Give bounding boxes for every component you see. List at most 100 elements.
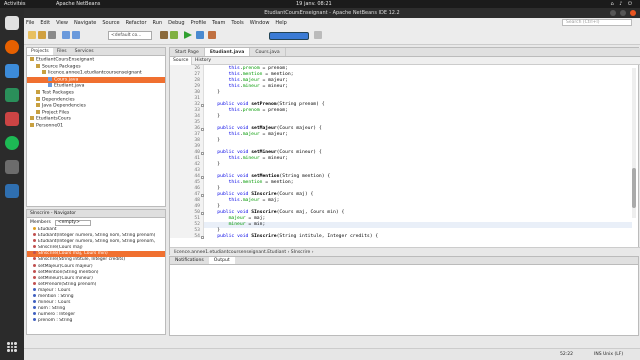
editor-tab[interactable]: Start Page (170, 48, 205, 56)
method-icon (33, 257, 36, 261)
tab-services[interactable]: Services (71, 48, 98, 55)
code-line[interactable]: public void SInscrire(String intitule, I… (206, 234, 378, 238)
save-icon[interactable] (48, 31, 56, 39)
search-input[interactable]: Search (Ctrl+I) (562, 19, 632, 26)
fold-icon[interactable] (201, 193, 204, 197)
volume-icon[interactable]: ♪ (619, 1, 624, 7)
tree-node[interactable]: licence.annee1.etudiantcoursenseignant (27, 70, 165, 77)
undo-icon[interactable] (62, 31, 70, 39)
navigator-panel: SInscrire - Navigator Members <empty> Et… (26, 209, 166, 335)
build-icon[interactable] (160, 31, 168, 39)
tree-node[interactable]: Source Packages (27, 63, 165, 71)
open-project-icon[interactable] (38, 31, 46, 39)
menu-profile[interactable]: Profile (191, 20, 207, 26)
filter-select[interactable]: <empty> (54, 219, 91, 226)
tree-node[interactable]: Dependencies (27, 96, 165, 104)
run-icon[interactable] (184, 31, 192, 39)
tree-node-label: Source Packages (42, 64, 81, 70)
tree-node[interactable]: Cours.java (27, 76, 165, 84)
debug-icon[interactable] (196, 31, 204, 39)
source-tab[interactable]: Source (170, 57, 193, 65)
menu-help[interactable]: Help (275, 20, 286, 26)
editor-tab[interactable]: Etudiant.java (204, 48, 251, 56)
tree-node[interactable]: Java Dependencies (27, 103, 165, 110)
netbeans-icon[interactable] (5, 184, 19, 198)
tree-node-label: Dependencies (42, 97, 75, 103)
navigator-item[interactable]: prenom : String (27, 318, 165, 324)
running-progress[interactable] (269, 32, 309, 40)
scroll-thumb[interactable] (632, 168, 636, 208)
new-file-icon[interactable] (28, 31, 36, 39)
fold-icon[interactable] (201, 127, 204, 131)
profile-icon[interactable] (208, 31, 216, 39)
tab-files[interactable]: Files (53, 48, 71, 55)
code-line[interactable]: } (206, 138, 220, 144)
fold-icon[interactable] (201, 175, 204, 179)
code-line[interactable]: } (206, 90, 220, 96)
menu-navigate[interactable]: Navigate (74, 20, 96, 26)
minimize-icon[interactable] (610, 10, 616, 16)
menu-file[interactable]: File (26, 20, 34, 26)
tree-node[interactable]: EtudiantsCours (27, 116, 165, 123)
close-icon[interactable] (630, 10, 636, 16)
power-icon[interactable]: ⏻ (628, 1, 634, 7)
tree-node[interactable]: EtudiantCoursEnseignant (27, 57, 165, 64)
history-tab[interactable]: History (192, 57, 214, 65)
menu-view[interactable]: View (56, 20, 68, 26)
spotify-icon[interactable] (5, 136, 19, 150)
editor-icon[interactable] (5, 64, 19, 78)
firefox-icon[interactable] (5, 40, 19, 54)
clean-build-icon[interactable] (170, 31, 178, 39)
menu-edit[interactable]: Edit (40, 20, 50, 26)
menu-source[interactable]: Source (102, 20, 119, 26)
editor-tab[interactable]: Cours.java (250, 48, 286, 56)
editor-tabs: Start Page Etudiant.java Cours.java (170, 48, 640, 57)
gc-icon[interactable] (314, 31, 322, 39)
editor-scrollbar[interactable] (632, 68, 636, 218)
tree-node[interactable]: Personne01 (27, 122, 165, 130)
software-icon[interactable] (5, 112, 19, 126)
terminal-icon[interactable] (5, 88, 19, 102)
menu-window[interactable]: Window (250, 20, 270, 26)
tree-node[interactable]: Test Packages (27, 89, 165, 97)
caret-position: 52:22 (560, 352, 573, 357)
code-area[interactable]: this.prenom = prenom; this.mention = men… (204, 65, 632, 238)
menu-team[interactable]: Team (212, 20, 225, 26)
maximize-icon[interactable] (620, 10, 626, 16)
files-icon[interactable] (5, 16, 19, 30)
fold-icon[interactable] (201, 211, 204, 215)
navigator-filter: Members <empty> (27, 218, 165, 227)
folder-icon (36, 103, 40, 108)
network-icon[interactable]: ⌂ (610, 1, 615, 7)
method-icon (33, 227, 36, 230)
folder-icon (36, 96, 40, 101)
navigator-title: SInscrire - Navigator (27, 210, 165, 218)
menu-debug[interactable]: Debug (168, 20, 184, 26)
navigator-item-label: Etudiant(Integer numero, String nom, Str… (38, 233, 156, 239)
folder-icon (36, 109, 40, 114)
system-tray[interactable]: ⌂ ♪ ⏻ (610, 1, 634, 7)
settings-icon[interactable] (5, 160, 19, 174)
breadcrumb[interactable]: licence.annee1.etudiantcoursenseignant.E… (170, 247, 640, 256)
redo-icon[interactable] (72, 31, 80, 39)
output-panel: Notifications Output (169, 256, 639, 336)
output-tab[interactable]: Output (208, 257, 235, 264)
clock[interactable]: 19 janv. 08:21 (296, 1, 332, 7)
fold-icon[interactable] (201, 235, 204, 239)
tab-projects[interactable]: Projects (27, 48, 53, 55)
configuration-select[interactable]: <default co... (108, 31, 152, 40)
fold-icon[interactable] (201, 151, 204, 155)
menu-run[interactable]: Run (153, 20, 163, 26)
code-line[interactable]: } (206, 162, 220, 168)
navigator-item-label: SInscrire(String intitule, Integer credi… (38, 257, 126, 263)
menu-tools[interactable]: Tools (231, 20, 243, 26)
fold-icon[interactable] (201, 103, 204, 107)
app-menu[interactable]: Apache NetBeans (56, 1, 100, 7)
tree-node[interactable]: Project Files (27, 109, 165, 117)
menu-refactor[interactable]: Refactor (126, 20, 147, 26)
show-apps-icon[interactable] (7, 342, 17, 352)
tree-node[interactable]: Etudiant.java (27, 83, 165, 90)
activities-button[interactable]: Activités (4, 1, 25, 7)
output-tab[interactable]: Notifications (170, 257, 209, 264)
code-line[interactable]: } (206, 114, 220, 120)
